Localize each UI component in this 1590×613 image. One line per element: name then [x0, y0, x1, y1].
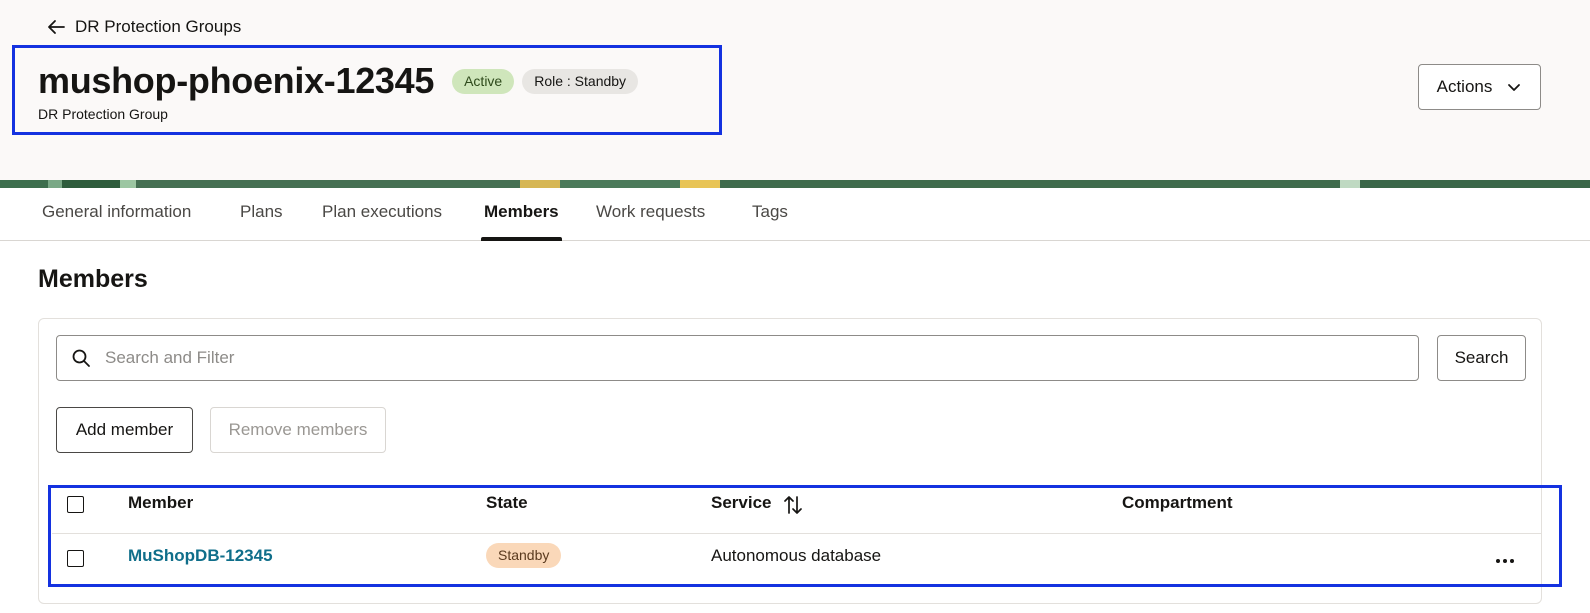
search-input[interactable]: [105, 348, 1305, 368]
tab-members[interactable]: Members: [481, 188, 562, 241]
chevron-down-icon: [1508, 84, 1521, 91]
remove-members-button: Remove members: [210, 407, 386, 453]
section-title: Members: [38, 265, 148, 293]
tab-plan-executions[interactable]: Plan executions: [322, 188, 442, 241]
tab-bar: General information Plans Plan execution…: [0, 188, 1590, 241]
tab-work-requests[interactable]: Work requests: [596, 188, 705, 241]
search-icon: [72, 349, 90, 367]
table-highlight-box: [48, 485, 1562, 587]
tab-tags[interactable]: Tags: [752, 188, 788, 241]
title-highlight-box: [12, 45, 722, 135]
search-field[interactable]: [56, 335, 1419, 381]
search-button[interactable]: Search: [1437, 335, 1526, 381]
actions-label: Actions: [1436, 77, 1493, 96]
tab-plans[interactable]: Plans: [240, 188, 283, 241]
decorative-banner: [0, 180, 1590, 188]
arrow-left-icon: [48, 20, 65, 34]
add-member-button[interactable]: Add member: [56, 407, 193, 453]
tab-general-information[interactable]: General information: [42, 188, 191, 241]
back-link-label[interactable]: DR Protection Groups: [75, 17, 241, 37]
back-link[interactable]: DR Protection Groups: [46, 14, 241, 40]
actions-button[interactable]: Actions: [1418, 64, 1541, 110]
